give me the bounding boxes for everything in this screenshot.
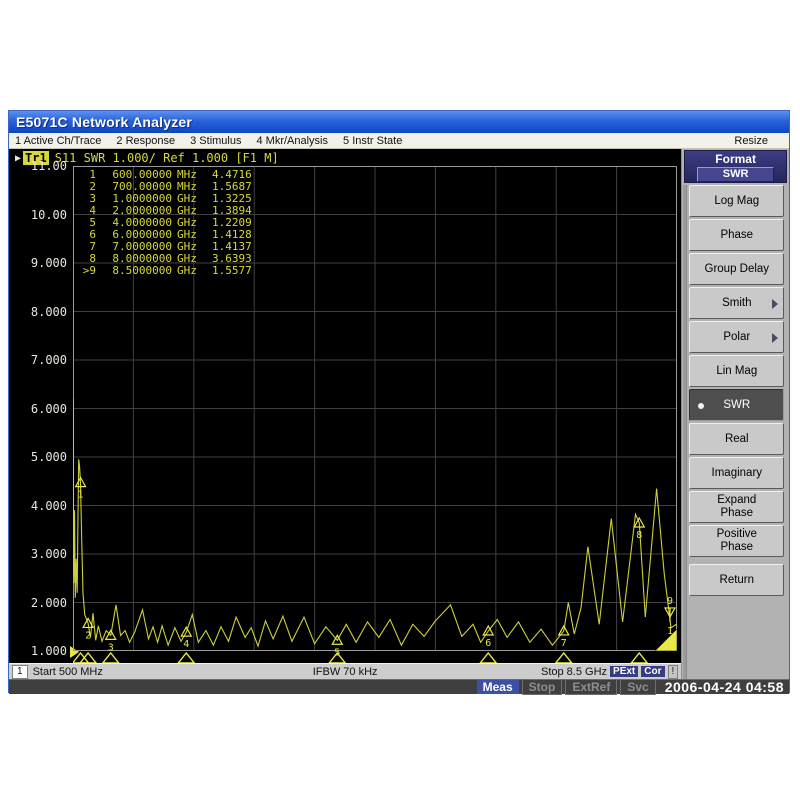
title-bar[interactable]: E5071C Network Analyzer — [9, 111, 789, 133]
menu-item-2[interactable]: 2 Response — [116, 135, 175, 147]
marker-1-label: 1 — [78, 490, 84, 501]
softkey-group-delay[interactable]: Group Delay — [689, 253, 784, 285]
softkey-label: Positive Phase — [717, 528, 757, 554]
softkey-label: Return — [720, 574, 755, 587]
softkey-label: Polar — [723, 331, 750, 344]
y-tick-label: 4.000 — [11, 499, 67, 513]
menu-item-5[interactable]: 5 Instr State — [343, 135, 402, 147]
instrument-badge-meas[interactable]: Meas — [477, 680, 519, 694]
marker-4-label: 4 — [183, 639, 189, 650]
instrument-badge-svc: Svc — [620, 679, 655, 695]
marker-table-row: >98.5000000GHz1.5577 — [76, 265, 252, 277]
window-title: E5071C Network Analyzer — [16, 114, 192, 130]
softkey-label: Imaginary — [712, 467, 763, 480]
marker-value: 1.5577 — [202, 265, 252, 277]
marker-2-label: 2 — [85, 630, 91, 641]
softkey-scroll-strip[interactable] — [683, 185, 687, 679]
submenu-arrow-icon — [772, 299, 778, 309]
resize-button[interactable]: Resize — [734, 135, 768, 147]
softkey-sidebar: Format SWR Log Mag Phase Group Delay Smith P… — [681, 149, 789, 679]
marker-number: >9 — [76, 265, 96, 277]
menu-bar: 1 Active Ch/Trace 2 Response 3 Stimulus 4 M… — [9, 133, 789, 149]
y-tick-label: 2.000 — [11, 596, 67, 610]
y-tick-label: 7.000 — [11, 353, 67, 367]
softkey-log-mag[interactable]: Log Mag — [689, 185, 784, 217]
y-tick-label: 8.000 — [11, 305, 67, 319]
menu-item-4[interactable]: 4 Mkr/Analysis — [256, 135, 328, 147]
softkey-label: Log Mag — [714, 195, 759, 208]
softkey-return[interactable]: Return — [689, 564, 784, 596]
y-tick-label: 11.00 — [11, 159, 67, 173]
softkey-lin-mag[interactable]: Lin Mag — [689, 355, 784, 387]
softkey-smith[interactable]: Smith — [689, 287, 784, 319]
marker-unit: GHz — [172, 265, 202, 277]
marker-4-stimulus-icon — [178, 653, 194, 663]
plot-area: ▶Tr1S11 SWR 1.000/ Ref 1.000 [F1 M] 11.0… — [9, 149, 681, 663]
softkey-current-value: SWR — [697, 167, 774, 182]
marker-frequency: 8.5000000 — [96, 265, 172, 277]
menu-items: 1 Active Ch/Trace 2 Response 3 Stimulus 4 M… — [15, 135, 417, 147]
marker-3-label: 3 — [108, 642, 114, 653]
softkey-real[interactable]: Real — [689, 423, 784, 455]
marker-table: 1600.00000MHz4.47162700.00000MHz1.568731… — [76, 169, 252, 277]
softkey-label: Group Delay — [705, 263, 770, 276]
y-tick-label: 9.000 — [11, 256, 67, 270]
softkey-label: Real — [725, 433, 749, 446]
marker-6-stimulus-icon — [480, 653, 496, 663]
y-tick-label: 1.000 — [11, 644, 67, 658]
marker-7-stimulus-icon — [556, 653, 572, 663]
stop-frequency[interactable]: Stop 8.5 GHz — [541, 666, 607, 678]
y-tick-label: 6.000 — [11, 402, 67, 416]
channel-badges: PExtCor — [607, 665, 664, 678]
warning-indicator[interactable]: ! — [668, 665, 679, 679]
marker-8-stimulus-icon — [631, 653, 647, 663]
softkey-imaginary[interactable]: Imaginary — [689, 457, 784, 489]
instrument-badges: MeasStopExtRefSvc — [474, 680, 656, 694]
marker-7-label: 7 — [561, 638, 567, 649]
softkey-positive-phase[interactable]: Positive Phase — [689, 525, 784, 557]
softkey-swr[interactable]: SWR — [689, 389, 784, 421]
softkey-expand-phase[interactable]: Expand Phase — [689, 491, 784, 523]
y-axis-labels: 11.00 10.00 9.000 8.000 7.000 6.000 5.000 4.000… — [9, 149, 69, 663]
softkey-label: SWR — [723, 399, 750, 412]
marker-8-label: 8 — [636, 530, 642, 541]
trace-status-text: S11 SWR 1.000/ Ref 1.000 [F1 M] — [55, 151, 279, 165]
status-badge-cor: Cor — [641, 666, 664, 677]
menu-item-1[interactable]: 1 Active Ch/Trace — [15, 135, 101, 147]
status-badge-pext: PExt — [610, 666, 638, 677]
y-tick-label: 10.00 — [11, 208, 67, 222]
marker-6-label: 6 — [485, 638, 491, 649]
instrument-status-bar: MeasStopExtRefSvc 2006-04-24 04:58 — [9, 679, 789, 694]
softkey-label: Lin Mag — [716, 365, 757, 378]
submenu-arrow-icon — [772, 333, 778, 343]
channel-status-bar: 1 Start 500 MHz IFBW 70 kHz Stop 8.5 GHz… — [9, 663, 681, 679]
datetime-display: 2006-04-24 04:58 — [662, 679, 787, 695]
softkey-label: Expand Phase — [717, 494, 756, 520]
softkey-phase[interactable]: Phase — [689, 219, 784, 251]
marker-3-stimulus-icon — [103, 653, 119, 663]
analyzer-window: E5071C Network Analyzer 1 Active Ch/Trac… — [8, 110, 790, 693]
selected-bullet-icon — [698, 403, 704, 409]
softkey-label: Smith — [722, 297, 751, 310]
softkey-polar[interactable]: Polar — [689, 321, 784, 353]
softkey-label: Phase — [720, 229, 753, 242]
y-tick-label: 5.000 — [11, 450, 67, 464]
instrument-badge-extref: ExtRef — [565, 679, 617, 695]
active-marker-number: 9 — [667, 596, 673, 607]
y-tick-label: 3.000 — [11, 547, 67, 561]
instrument-badge-stop: Stop — [522, 679, 563, 695]
softkey-header: Format SWR — [684, 150, 787, 183]
softkey-menu-title: Format — [685, 151, 786, 166]
menu-item-3[interactable]: 3 Stimulus — [190, 135, 241, 147]
